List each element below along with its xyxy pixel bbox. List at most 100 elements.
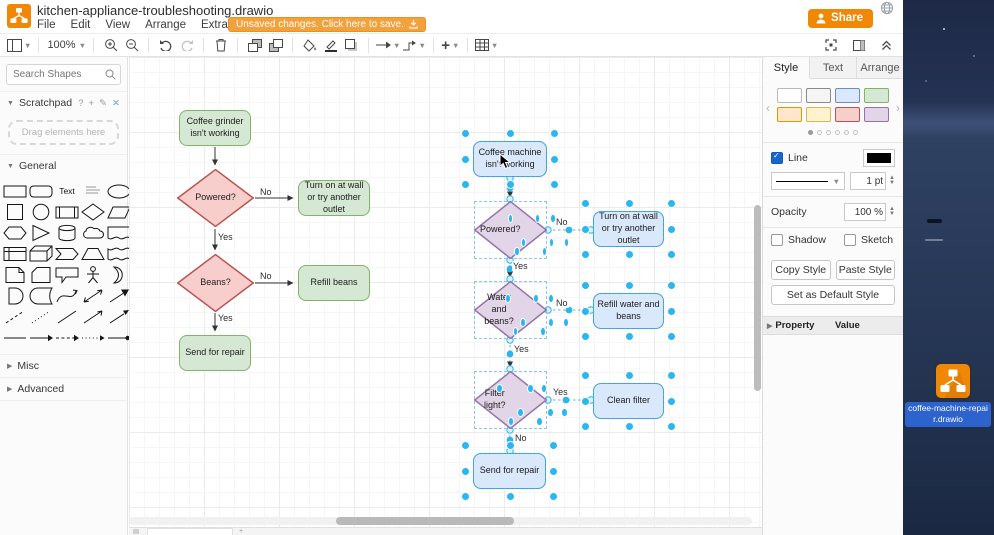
shape-dashed-horizontal-arrow[interactable] — [54, 328, 80, 348]
shape-circle[interactable] — [28, 202, 54, 222]
redo-button[interactable] — [177, 35, 196, 55]
shape-actor[interactable] — [80, 265, 106, 285]
opacity-stepper[interactable]: ▲▼ — [889, 207, 895, 217]
delete-button[interactable] — [211, 35, 230, 55]
selection-handle[interactable] — [537, 418, 542, 425]
shape-dotted-line[interactable] — [28, 307, 54, 327]
selection-handle[interactable] — [548, 409, 553, 416]
connection-arrow-button[interactable]: ▼ — [376, 35, 400, 55]
shape-text[interactable]: Text — [54, 181, 80, 201]
selection-handle[interactable] — [626, 372, 633, 379]
selection-handle[interactable] — [462, 130, 469, 137]
menu-edit[interactable]: Edit — [71, 19, 91, 31]
page-dot[interactable] — [817, 130, 822, 135]
to-back-button[interactable] — [266, 35, 285, 55]
selection-handle[interactable] — [626, 282, 633, 289]
selection-handle[interactable] — [668, 200, 675, 207]
line-checkbox[interactable] — [771, 152, 783, 164]
unsaved-changes-button[interactable]: Unsaved changes. Click here to save. — [228, 17, 426, 32]
shape-textbox[interactable] — [80, 181, 106, 201]
selection-handle[interactable] — [668, 226, 675, 233]
selection-handle[interactable] — [582, 200, 589, 207]
selection-handle[interactable] — [668, 372, 675, 379]
copy-style-button[interactable]: Copy Style — [771, 260, 831, 280]
edge-label[interactable]: Yes — [513, 344, 530, 354]
selection-handle[interactable] — [515, 248, 518, 255]
shape-cube[interactable] — [28, 244, 54, 264]
selection-handle[interactable] — [582, 251, 589, 258]
search-shapes-input[interactable] — [6, 64, 121, 85]
diagram-canvas[interactable]: Coffee grinder isn't working Powered? Tu… — [129, 57, 762, 535]
paste-style-button[interactable]: Paste Style — [836, 260, 896, 280]
shape-line-arrow[interactable] — [80, 307, 106, 327]
edge-label[interactable]: No — [555, 298, 569, 308]
edge-label[interactable]: Yes — [217, 313, 234, 323]
selection-handle[interactable] — [626, 333, 633, 340]
selection-handle[interactable] — [668, 282, 675, 289]
shape-curve[interactable] — [54, 286, 80, 306]
zoom-out-button[interactable] — [122, 35, 141, 55]
shape-card[interactable] — [28, 265, 54, 285]
flow-node-decision-selected[interactable]: Filter light? — [474, 371, 547, 429]
page-dot[interactable] — [835, 130, 840, 135]
selection-handle[interactable] — [582, 423, 589, 430]
selection-handle[interactable] — [462, 156, 469, 163]
shape-internal-storage[interactable] — [2, 244, 28, 264]
selection-handle[interactable] — [668, 333, 675, 340]
flow-node-decision[interactable]: Beans? — [177, 254, 254, 312]
general-section-header[interactable]: ▼ General — [0, 154, 127, 177]
insert-button[interactable]: +▼ — [441, 35, 460, 55]
view-panels-button[interactable]: ▼ — [7, 35, 31, 55]
scratchpad-edit-icon[interactable]: ✎ — [99, 98, 107, 109]
selection-handle[interactable] — [528, 385, 533, 392]
selection-handle[interactable] — [582, 282, 589, 289]
set-default-style-button[interactable]: Set as Default Style — [771, 285, 895, 305]
style-preset-blue[interactable] — [835, 88, 860, 103]
shape-dashed-line[interactable] — [2, 307, 28, 327]
shape-horizontal-arrow[interactable] — [28, 328, 54, 348]
menu-file[interactable]: File — [37, 19, 56, 31]
selection-handle[interactable] — [564, 319, 568, 326]
style-preset-orange[interactable] — [777, 107, 802, 122]
shadow-button[interactable] — [342, 35, 361, 55]
shape-cylinder[interactable] — [54, 223, 80, 243]
shape-line[interactable] — [54, 307, 80, 327]
flow-node-end-selected[interactable]: Send for repair — [473, 453, 546, 489]
page-dot[interactable] — [826, 130, 831, 135]
page-dot[interactable] — [853, 130, 858, 135]
selection-handle[interactable] — [550, 468, 557, 475]
selection-handle[interactable] — [507, 493, 514, 500]
flow-node-action-selected[interactable]: Clean filter — [593, 383, 664, 419]
style-preset-gray[interactable] — [806, 88, 831, 103]
table-button[interactable]: ▼ — [475, 35, 498, 55]
selection-handle[interactable] — [582, 372, 589, 379]
selection-handle[interactable] — [521, 319, 525, 326]
zoom-level-dropdown[interactable]: 100%▼ — [46, 35, 86, 55]
shape-process[interactable] — [54, 202, 80, 222]
format-panel-toggle-button[interactable] — [849, 35, 868, 55]
flow-node-action[interactable]: Turn on at wall or try another outlet — [298, 180, 370, 216]
edge-label[interactable]: No — [514, 433, 528, 443]
edge-label[interactable]: Yes — [552, 387, 569, 397]
collapse-toolbar-button[interactable] — [877, 35, 896, 55]
flow-node-decision-selected[interactable]: Water and beans? — [474, 281, 547, 339]
horizontal-scrollbar[interactable] — [336, 517, 514, 525]
selection-handle[interactable] — [462, 468, 469, 475]
undo-button[interactable] — [156, 35, 175, 55]
selection-handle[interactable] — [550, 239, 553, 246]
add-page-button[interactable]: + — [239, 528, 243, 535]
selection-handle[interactable] — [462, 493, 469, 500]
flow-node-action-selected[interactable]: Refill water and beans — [593, 293, 664, 329]
style-preset-red[interactable] — [835, 107, 860, 122]
misc-section-header[interactable]: ▶ Misc — [0, 354, 127, 377]
edge-label[interactable]: Yes — [217, 232, 234, 242]
selection-handle[interactable] — [582, 398, 589, 405]
flow-node-action-selected[interactable]: Turn on at wall or try another outlet — [593, 211, 664, 247]
property-table-header[interactable]: ▶ Property Value — [763, 316, 903, 335]
shape-hexagon[interactable] — [2, 223, 28, 243]
line-width-input[interactable]: 1 pt — [850, 172, 886, 190]
selection-handle[interactable] — [507, 442, 514, 449]
selection-handle[interactable] — [551, 181, 558, 188]
selection-handle[interactable] — [668, 398, 675, 405]
line-style-dropdown[interactable]: ▼ — [771, 172, 845, 190]
